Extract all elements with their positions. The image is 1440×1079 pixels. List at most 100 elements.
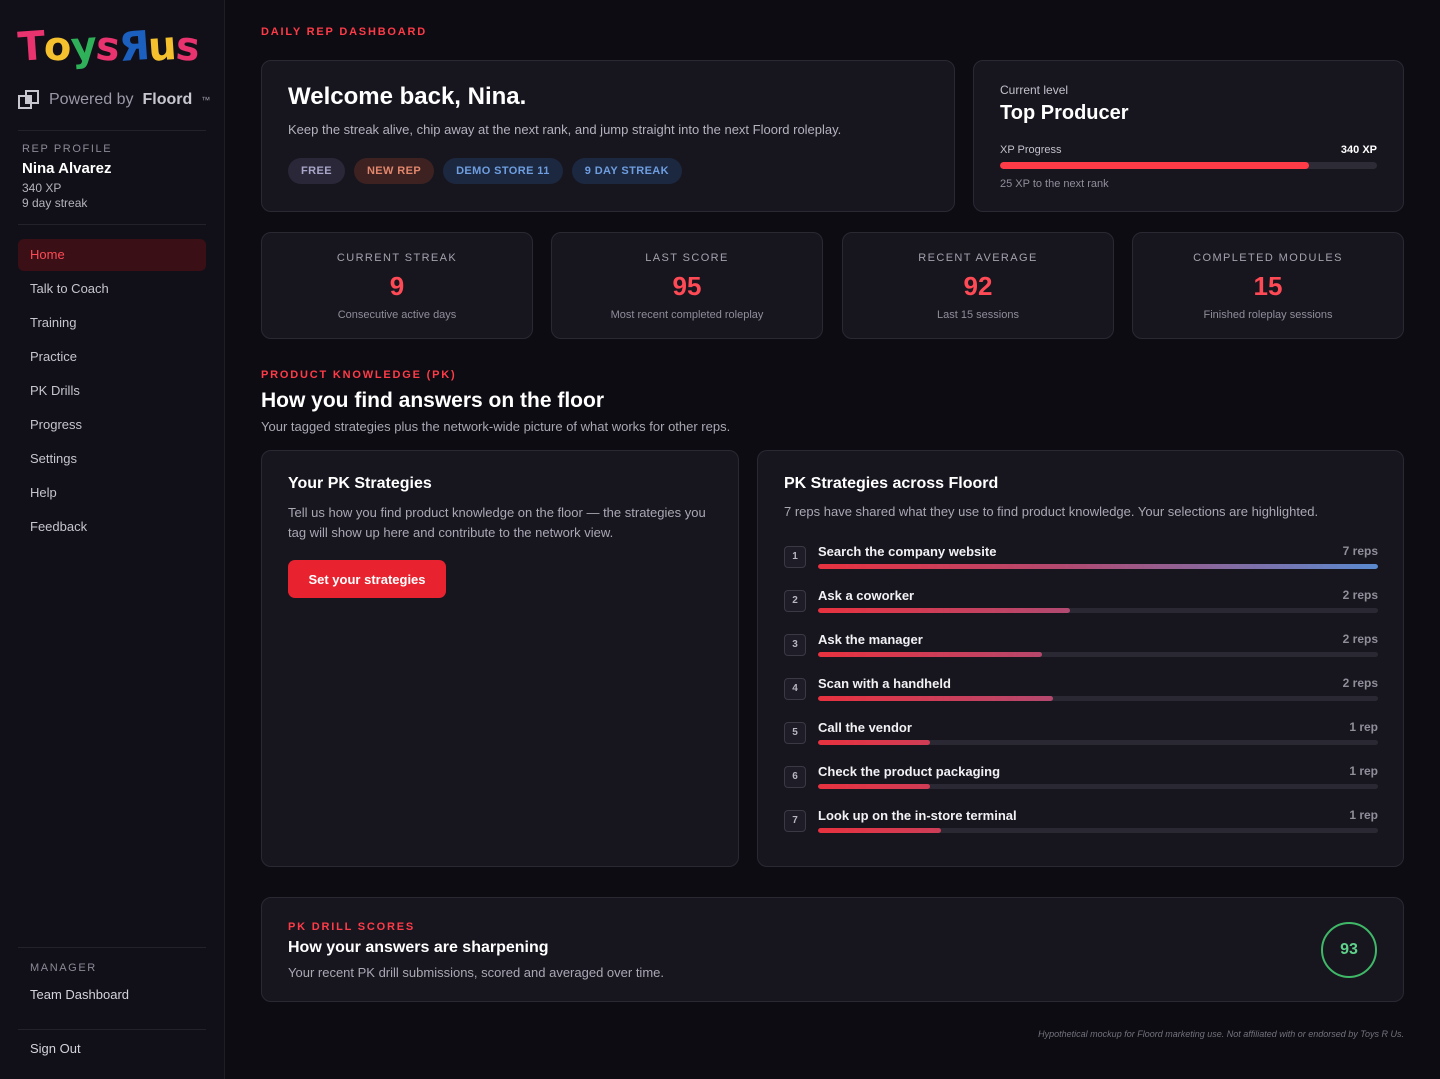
stat-value: 15 xyxy=(1253,271,1283,301)
pk-eyebrow: PRODUCT KNOWLEDGE (PK) xyxy=(261,369,457,381)
stat-card-completed-modules: COMPLETED MODULES 15 Finished roleplay s… xyxy=(1132,232,1404,339)
disclaimer: Hypothetical mockup for Floord marketing… xyxy=(1038,1029,1404,1039)
strategy-bar-fill xyxy=(818,828,942,833)
badge-day-streak: 9 DAY STREAK xyxy=(571,158,682,184)
stat-card-current-streak: CURRENT STREAK 9 Consecutive active days xyxy=(261,232,533,339)
sidebar-item-home[interactable]: Home xyxy=(18,239,206,271)
strategy-rank: 6 xyxy=(784,766,806,788)
stat-subtitle: Consecutive active days xyxy=(337,309,457,321)
strategy-row: 1 Search the company website 7 reps xyxy=(784,544,1378,588)
stat-value: 9 xyxy=(389,271,405,301)
strategy-rank: 1 xyxy=(784,546,806,568)
toysrus-logo[interactable]: ToysЯus xyxy=(16,22,208,72)
strategy-label: Search the company website xyxy=(818,544,997,559)
strategy-label: Ask a coworker xyxy=(818,588,915,603)
stat-value: 95 xyxy=(672,271,702,301)
strategy-row: 3 Ask the manager 2 reps xyxy=(784,632,1378,676)
xp-progress-bar xyxy=(1000,162,1377,169)
strategy-rank: 4 xyxy=(784,678,806,700)
strategy-bar xyxy=(818,784,1378,789)
badge-demo-store: DEMO STORE 11 xyxy=(443,158,563,184)
strategy-count: 1 rep xyxy=(1349,720,1378,734)
sidebar-divider xyxy=(18,224,206,225)
welcome-subtitle: Keep the streak alive, chip away at the … xyxy=(288,122,842,137)
powered-by-floord: Powered by Floord ™ xyxy=(18,88,210,112)
strategy-bar xyxy=(818,564,1378,569)
strategy-count: 7 reps xyxy=(1342,544,1378,558)
strategy-row: 4 Scan with a handheld 2 reps xyxy=(784,676,1378,720)
strategy-bar-fill xyxy=(818,696,1054,701)
strategy-bar xyxy=(818,828,1378,833)
strategy-rank: 7 xyxy=(784,810,806,832)
sidebar-divider xyxy=(18,130,206,131)
strategy-label: Ask the manager xyxy=(818,632,923,647)
sidebar-item-progress[interactable]: Progress xyxy=(18,409,206,441)
strategy-ranking-list: 1 Search the company website 7 reps 2 As… xyxy=(784,544,1378,852)
sidebar-divider xyxy=(18,947,206,948)
stat-caption: LAST SCORE xyxy=(645,252,729,264)
strategy-bar xyxy=(818,608,1378,613)
strategy-count: 1 rep xyxy=(1349,808,1378,822)
strategy-bar-fill xyxy=(818,652,1042,657)
badge-row: FREE NEW REP DEMO STORE 11 9 DAY STREAK xyxy=(288,158,682,184)
strategy-label: Scan with a handheld xyxy=(818,676,951,691)
sidebar-nav: Home Talk to Coach Training Practice PK … xyxy=(18,239,206,545)
stat-caption: CURRENT STREAK xyxy=(336,252,458,264)
sidebar: ToysЯus Powered by Floord ™ REP PROFILE N… xyxy=(0,0,225,1079)
strategy-row: 7 Look up on the in-store terminal 1 rep xyxy=(784,808,1378,852)
strategy-count: 1 rep xyxy=(1349,764,1378,778)
stat-card-last-score: LAST SCORE 95 Most recent completed role… xyxy=(551,232,823,339)
sidebar-item-team-dashboard[interactable]: Team Dashboard xyxy=(30,987,129,1002)
dashboard-eyebrow: DAILY REP DASHBOARD xyxy=(261,26,428,38)
powered-name: Floord xyxy=(142,91,193,108)
drill-subtitle: Your recent PK drill submissions, scored… xyxy=(288,965,664,980)
strategy-count: 2 reps xyxy=(1342,676,1378,690)
strategy-bar-fill xyxy=(818,608,1070,613)
sidebar-item-settings[interactable]: Settings xyxy=(18,443,206,475)
set-strategies-button[interactable]: Set your strategies xyxy=(288,560,446,598)
powered-prefix: Powered by xyxy=(49,91,134,108)
stat-subtitle: Last 15 sessions xyxy=(937,309,1019,321)
xp-progress-value: 340 XP xyxy=(1340,144,1377,156)
strategy-bar-fill xyxy=(818,740,930,745)
sidebar-item-practice[interactable]: Practice xyxy=(18,341,206,373)
stat-card-recent-average: RECENT AVERAGE 92 Last 15 sessions xyxy=(842,232,1114,339)
level-name: Top Producer xyxy=(1000,102,1129,124)
level-caption: Current level xyxy=(1000,83,1069,97)
pk-section-title: How you find answers on the floor xyxy=(261,389,605,412)
your-pk-strategies-card: Your PK Strategies Tell us how you find … xyxy=(261,450,739,867)
stat-value: 92 xyxy=(963,271,993,301)
sidebar-item-training[interactable]: Training xyxy=(18,307,206,339)
strategy-count: 2 reps xyxy=(1342,632,1378,646)
xp-progress-fill xyxy=(1000,162,1310,169)
your-strategies-body: Tell us how you find product knowledge o… xyxy=(288,505,706,540)
manager-caption: MANAGER xyxy=(30,962,97,974)
strategy-count: 2 reps xyxy=(1342,588,1378,602)
drill-score-ring: 93 xyxy=(1321,922,1377,978)
welcome-title: Welcome back, Nina. xyxy=(288,83,527,110)
level-card: Current level Top Producer XP Progress 3… xyxy=(973,60,1404,212)
sidebar-item-feedback[interactable]: Feedback xyxy=(18,511,206,543)
pk-drill-scores-card: PK DRILL SCORES How your answers are sha… xyxy=(261,897,1404,1002)
floord-icon xyxy=(18,90,39,109)
strategy-row: 2 Ask a coworker 2 reps xyxy=(784,588,1378,632)
rep-xp: 340 XP xyxy=(22,181,62,195)
stat-subtitle: Finished roleplay sessions xyxy=(1203,309,1333,321)
strategy-bar xyxy=(818,652,1378,657)
badge-free: FREE xyxy=(288,158,345,184)
sidebar-divider xyxy=(18,1029,206,1030)
stat-subtitle: Most recent completed roleplay xyxy=(610,309,764,321)
rep-name: Nina Alvarez xyxy=(22,160,112,177)
sign-out-link[interactable]: Sign Out xyxy=(30,1041,81,1056)
strategy-rank: 3 xyxy=(784,634,806,656)
trademark-mark: ™ xyxy=(201,95,211,105)
rep-profile-caption: REP PROFILE xyxy=(22,143,113,155)
stat-caption: RECENT AVERAGE xyxy=(918,252,1038,264)
sidebar-item-talk-to-coach[interactable]: Talk to Coach xyxy=(18,273,206,305)
strategy-rank: 5 xyxy=(784,722,806,744)
drill-eyebrow: PK DRILL SCORES xyxy=(288,921,416,933)
sidebar-item-help[interactable]: Help xyxy=(18,477,206,509)
sidebar-item-pk-drills[interactable]: PK Drills xyxy=(18,375,206,407)
pk-strategies-across-card: PK Strategies across Floord 7 reps have … xyxy=(757,450,1404,867)
strategy-label: Check the product packaging xyxy=(818,764,1001,779)
